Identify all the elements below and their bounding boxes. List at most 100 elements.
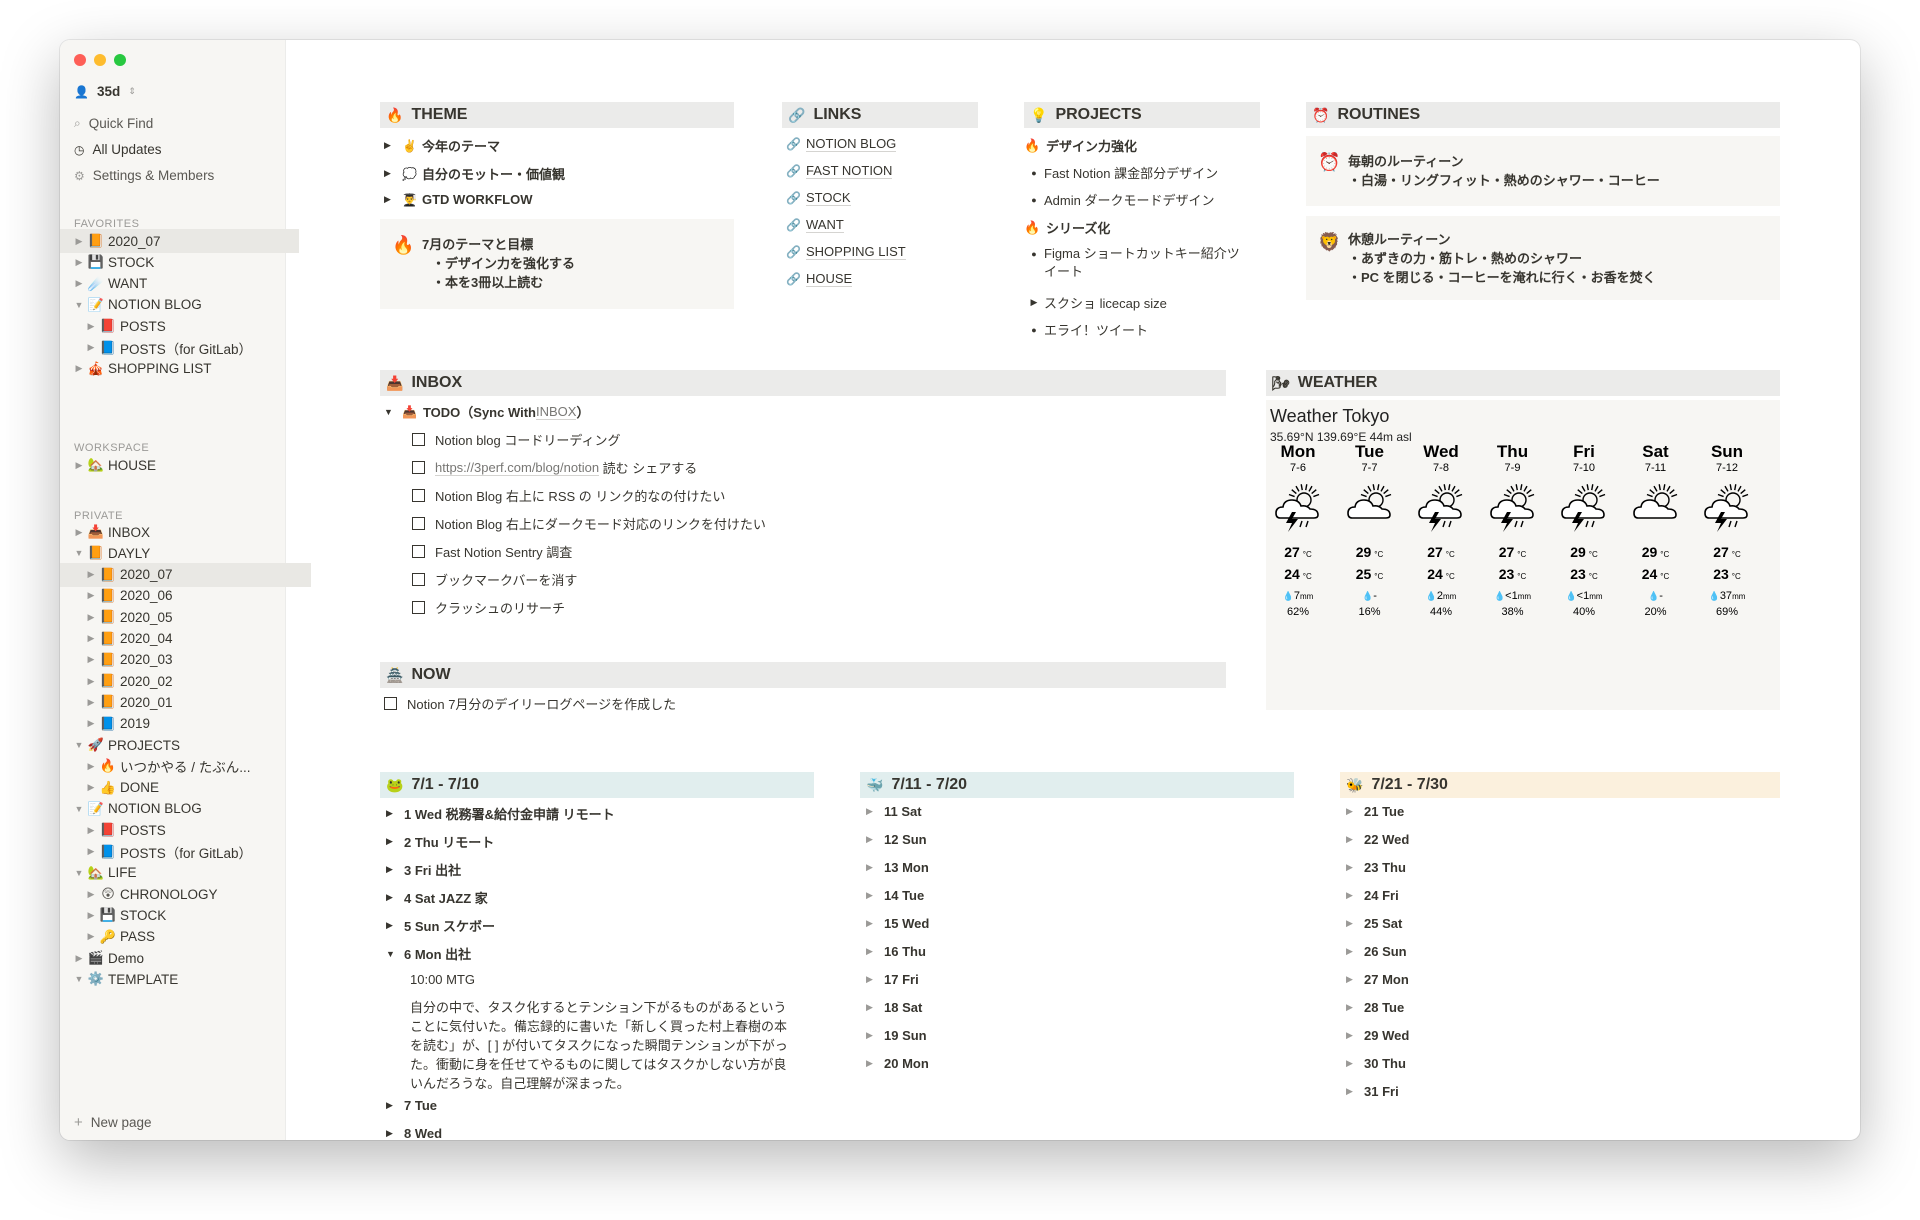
toggle-triangle-icon[interactable]: ▶ <box>386 1100 404 1111</box>
zoom-window-button[interactable] <box>114 54 126 66</box>
day-toggle[interactable]: ▶ 27 Mon <box>1346 972 1409 987</box>
day-toggle[interactable]: ▶ 19 Sun <box>866 1028 927 1043</box>
toggle-triangle-icon[interactable]: ▶ <box>386 1128 404 1139</box>
toggle-triangle-icon[interactable]: ▼ <box>74 868 84 878</box>
day-toggle[interactable]: ▶ 12 Sun <box>866 832 927 847</box>
break-routine-callout[interactable]: 🦁 休憩ルーティーン ・あずきの力・筋トレ・熱めのシャワー ・PC を閉じる・コ… <box>1306 216 1780 300</box>
toggle-triangle-icon[interactable]: ▶ <box>86 654 96 665</box>
checkbox[interactable] <box>412 601 425 614</box>
now-task[interactable]: Notion 7月分のデイリーログページを作成した <box>384 694 676 713</box>
toggle-triangle-icon[interactable]: ▶ <box>86 761 96 772</box>
toggle-triangle-icon[interactable]: ▶ <box>384 168 402 179</box>
toggle-triangle-icon[interactable]: ▶ <box>86 342 96 353</box>
toggle-triangle-icon[interactable]: ▶ <box>1346 1030 1364 1041</box>
toggle-triangle-icon[interactable]: ▶ <box>384 194 402 205</box>
day-toggle[interactable]: ▶ 3 Fri 出社 <box>386 860 461 879</box>
toggle-triangle-icon[interactable]: ▶ <box>86 697 96 708</box>
day-toggle[interactable]: ▶ 4 Sat JAZZ 家 <box>386 888 488 907</box>
toggle-triangle-icon[interactable]: ▶ <box>866 890 884 901</box>
inbox-link[interactable]: INBOX <box>536 404 577 420</box>
toggle-triangle-icon[interactable]: ▶ <box>86 321 96 332</box>
inbox-task[interactable]: ブックマークバーを消す <box>412 570 577 589</box>
toggle-triangle-icon[interactable]: ▶ <box>86 931 96 942</box>
link-item[interactable]: 🔗 NOTION BLOG <box>786 136 897 152</box>
toggle-triangle-icon[interactable]: ▶ <box>386 892 404 903</box>
day-toggle[interactable]: ▶ 25 Sat <box>1346 916 1402 931</box>
project-item[interactable]: ● Figma ショートカットキー紹介ツ イート <box>1024 245 1239 281</box>
project-item[interactable]: ● Fast Notion 課金部分デザイン <box>1024 163 1218 182</box>
toggle-triangle-icon[interactable]: ▶ <box>384 140 402 151</box>
toggle-triangle-icon[interactable]: ▶ <box>386 808 404 819</box>
todo-toggle[interactable]: ▼ 📥 TODO（Sync With INBOX ） <box>384 402 589 421</box>
toggle-triangle-icon[interactable]: ▼ <box>386 949 404 959</box>
toggle-triangle-icon[interactable]: ▶ <box>74 363 84 374</box>
all-updates-button[interactable]: ◷ All Updates <box>74 142 162 157</box>
toggle-triangle-icon[interactable]: ▶ <box>86 718 96 729</box>
toggle-triangle-icon[interactable]: ▶ <box>386 864 404 875</box>
toggle-triangle-icon[interactable]: ▶ <box>866 974 884 985</box>
toggle-triangle-icon[interactable]: ▶ <box>86 569 96 580</box>
toggle-triangle-icon[interactable]: ▶ <box>1346 974 1364 985</box>
theme-toggle[interactable]: ▶ 👨‍🎓 GTD WORKFLOW <box>384 192 532 207</box>
day-toggle[interactable]: ▶ 18 Sat <box>866 1000 922 1015</box>
toggle-triangle-icon[interactable]: ▶ <box>866 834 884 845</box>
toggle-triangle-icon[interactable]: ▼ <box>74 740 84 750</box>
toggle-triangle-icon[interactable]: ▶ <box>866 1030 884 1041</box>
day-toggle[interactable]: ▶ 20 Mon <box>866 1056 929 1071</box>
toggle-triangle-icon[interactable]: ▶ <box>74 527 84 538</box>
toggle-triangle-icon[interactable]: ▶ <box>74 460 84 471</box>
day-toggle[interactable]: ▶ 1 Wed 税務署&給付金申請 リモート <box>386 804 615 823</box>
day-toggle[interactable]: ▼ 6 Mon 出社 <box>386 944 471 963</box>
day-toggle[interactable]: ▶ 17 Fri <box>866 972 919 987</box>
project-group-series[interactable]: 🔥 シリーズ化 <box>1024 218 1110 237</box>
day-toggle[interactable]: ▶ 26 Sun <box>1346 944 1407 959</box>
sidebar-item[interactable]: ▼ ⚙️ TEMPLATE <box>60 967 299 991</box>
toggle-triangle-icon[interactable]: ▶ <box>74 236 84 247</box>
toggle-triangle-icon[interactable]: ▶ <box>86 782 96 793</box>
checkbox[interactable] <box>412 517 425 530</box>
task-link[interactable]: https://3perf.com/blog/notion <box>435 460 600 476</box>
day-toggle[interactable]: ▶ 21 Tue <box>1346 804 1404 819</box>
day-toggle[interactable]: ▶ 22 Wed <box>1346 832 1409 847</box>
link-item[interactable]: 🔗 WANT <box>786 217 844 233</box>
day-toggle[interactable]: ▶ 24 Fri <box>1346 888 1399 903</box>
close-window-button[interactable] <box>74 54 86 66</box>
checkbox[interactable] <box>412 545 425 558</box>
day-toggle[interactable]: ▶ 7 Tue <box>386 1098 437 1113</box>
theme-toggle[interactable]: ▶ ✌️ 今年のテーマ <box>384 136 500 155</box>
toggle-triangle-icon[interactable]: ▶ <box>1346 1058 1364 1069</box>
link-item[interactable]: 🔗 SHOPPING LIST <box>786 244 906 260</box>
day-toggle[interactable]: ▶ 2 Thu リモート <box>386 832 494 851</box>
project-item[interactable]: ● Admin ダークモードデザイン <box>1024 190 1214 209</box>
toggle-triangle-icon[interactable]: ▼ <box>74 548 84 558</box>
checkbox[interactable] <box>384 697 397 710</box>
toggle-triangle-icon[interactable]: ▶ <box>866 806 884 817</box>
toggle-triangle-icon[interactable]: ▼ <box>74 804 84 814</box>
toggle-triangle-icon[interactable]: ▶ <box>86 612 96 623</box>
inbox-task[interactable]: Fast Notion Sentry 調査 <box>412 542 572 561</box>
toggle-triangle-icon[interactable]: ▶ <box>866 946 884 957</box>
morning-routine-callout[interactable]: ⏰ 毎朝のルーティーン ・白湯・リングフィット・熱めのシャワー・コーヒー <box>1306 136 1780 206</box>
day-toggle[interactable]: ▶ 29 Wed <box>1346 1028 1409 1043</box>
toggle-triangle-icon[interactable]: ▶ <box>74 257 84 268</box>
settings-button[interactable]: ⚙ Settings & Members <box>74 168 214 183</box>
project-toggle[interactable]: ▶ スクショ licecap size <box>1024 293 1167 312</box>
toggle-triangle-icon[interactable]: ▶ <box>86 846 96 857</box>
new-page-button[interactable]: + New page <box>74 1114 152 1131</box>
toggle-triangle-icon[interactable]: ▶ <box>1024 297 1044 308</box>
minimize-window-button[interactable] <box>94 54 106 66</box>
toggle-triangle-icon[interactable]: ▼ <box>74 974 84 984</box>
toggle-triangle-icon[interactable]: ▶ <box>86 889 96 900</box>
day-toggle[interactable]: ▶ 14 Tue <box>866 888 924 903</box>
toggle-triangle-icon[interactable]: ▶ <box>86 590 96 601</box>
toggle-triangle-icon[interactable]: ▶ <box>86 910 96 921</box>
sidebar-item[interactable]: ▶ 🏡 HOUSE <box>60 453 299 477</box>
day-toggle[interactable]: ▶ 31 Fri <box>1346 1084 1399 1099</box>
day-toggle[interactable]: ▶ 11 Sat <box>866 804 922 819</box>
day-toggle[interactable]: ▶ 13 Mon <box>866 860 929 875</box>
checkbox[interactable] <box>412 433 425 446</box>
toggle-triangle-icon[interactable]: ▶ <box>866 1058 884 1069</box>
project-group-design[interactable]: 🔥 デザイン力強化 <box>1024 136 1137 155</box>
toggle-triangle-icon[interactable]: ▶ <box>866 918 884 929</box>
toggle-triangle-icon[interactable]: ▶ <box>386 920 404 931</box>
